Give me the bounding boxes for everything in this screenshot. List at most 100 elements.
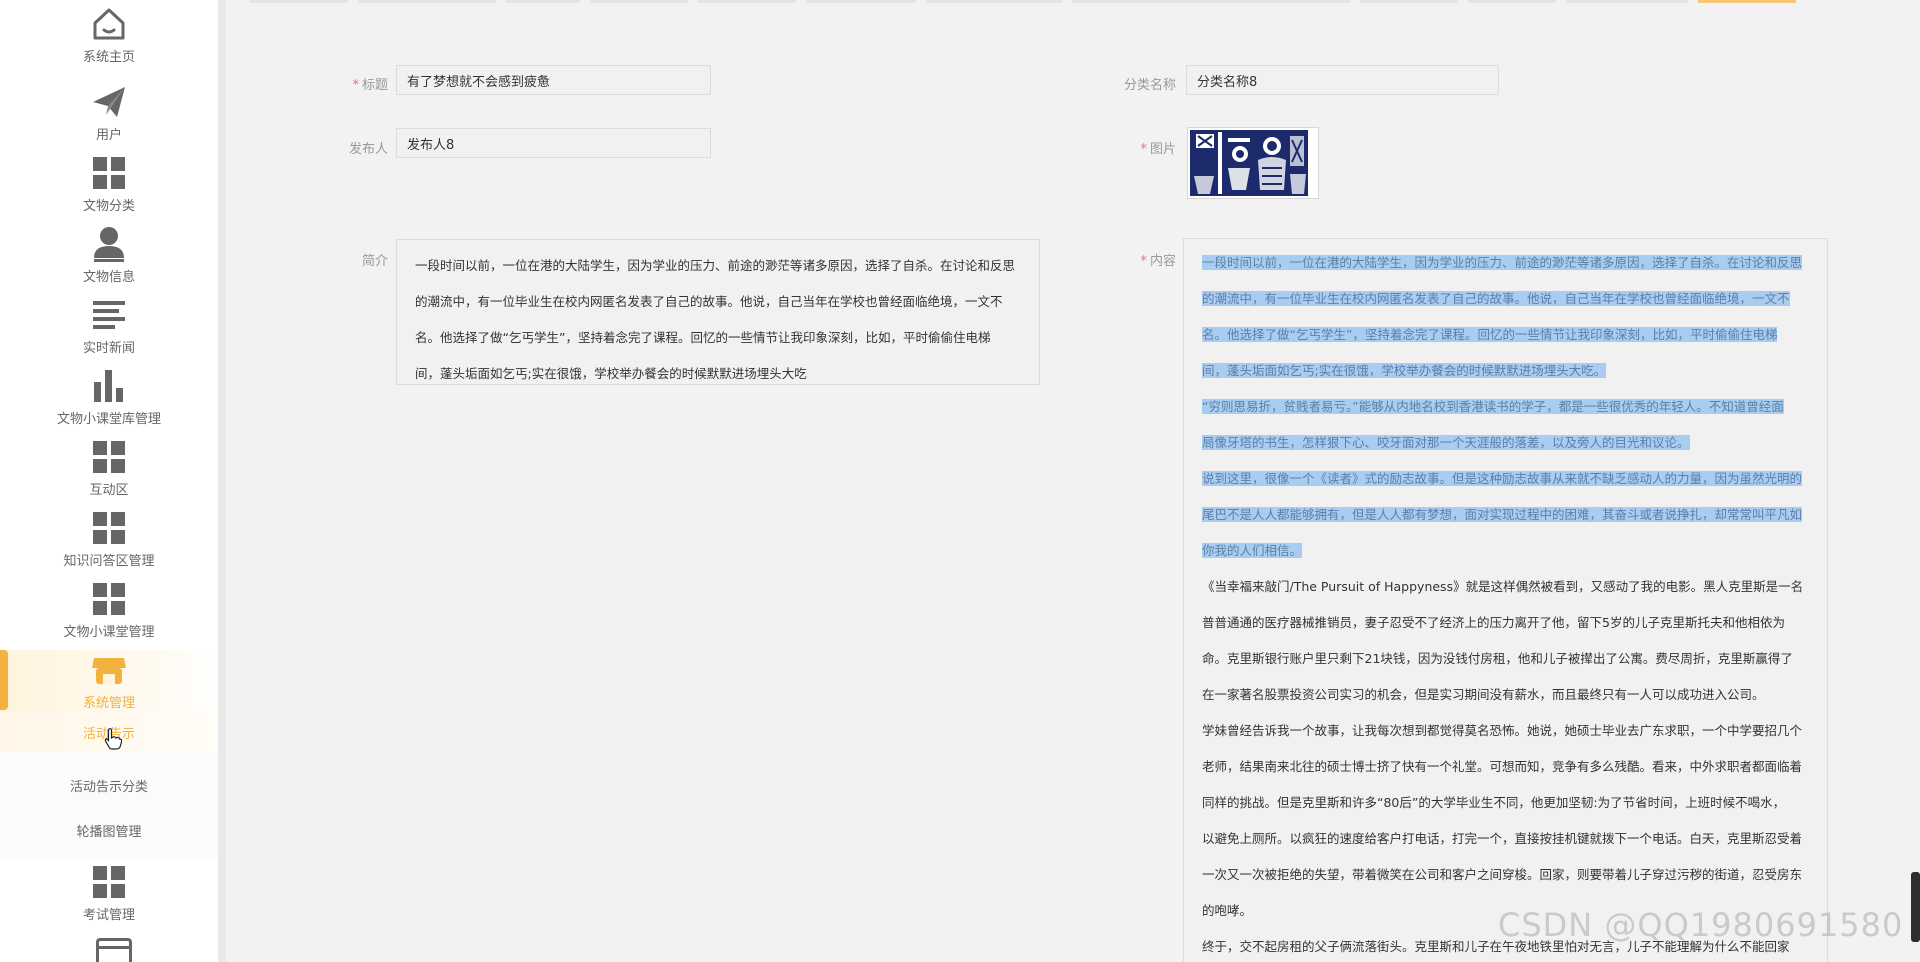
sidebar-item-home[interactable]: 系统主页 (0, 4, 218, 74)
content-line-selected: 名。他选择了做“乞丐学生”，坚持着念完了课程。回忆的一些情节让我印象深刻，比如，… (1202, 317, 1809, 353)
content-line: 学妹曾经告诉我一个故事，让我每次想到都觉得莫名恐怖。她说，她硕士毕业去广东求职，… (1202, 723, 1803, 738)
content-line: 命。克里斯银行账户里只剩下21块钱，因为没钱付房租，他和儿子被撵出了公寓。费尽周… (1202, 651, 1793, 666)
selected-text: 你我的人们相信。 (1202, 543, 1303, 558)
category-label-text: 分类名称 (1123, 78, 1176, 93)
user-icon (89, 224, 129, 264)
grid-icon (89, 437, 129, 477)
sidebar-item-interaction[interactable]: 互动区 (0, 437, 218, 507)
tab-active[interactable] (1698, 0, 1796, 3)
grid-icon (89, 508, 129, 548)
home-icon (89, 4, 129, 44)
tab[interactable] (806, 0, 916, 3)
required-mark: * (352, 78, 359, 93)
tab[interactable] (506, 0, 580, 3)
image-label-text: 图片 (1149, 142, 1176, 157)
page-scrollbar-thumb[interactable] (1911, 872, 1920, 942)
selected-text: 间，蓬头垢面如乞丐;实在很饿，学校举办餐会的时候默默进场埋头大吃。 (1202, 363, 1607, 378)
required-mark: * (1140, 142, 1147, 157)
sidebar-item-label: 文物小课堂库管理 (56, 412, 161, 427)
tab-strip (250, 0, 1796, 4)
sidebar: 系统主页 用户 文物分类 文物信息 实时新闻 文物小课堂库管理 互动区 知识问答… (0, 0, 219, 962)
selected-text: 局像牙塔的书生，怎样狠下心、咬牙面对那一个天涯般的落差，以及旁人的目光和议论。 (1202, 435, 1690, 450)
sidebar-item-label: 用户 (95, 128, 122, 143)
tab[interactable] (926, 0, 1062, 3)
sidebar-item-relic-info[interactable]: 文物信息 (0, 224, 218, 294)
sidebar-item-system[interactable]: 系统管理 (0, 650, 218, 712)
tab[interactable] (358, 0, 496, 3)
content-line-selected: 尾巴不是人人都能够拥有，但是人人都有梦想，面对实现过程中的困难，其奋斗或者说挣扎… (1202, 497, 1809, 533)
title-label: * 标题 (330, 74, 388, 93)
tab[interactable] (1360, 0, 1458, 3)
submenu-item-notice-category[interactable]: 活动告示分类 (0, 765, 218, 805)
list-icon (89, 295, 129, 335)
sidebar-item-label: 系统管理 (82, 696, 135, 711)
grid-icon (89, 862, 129, 902)
sidebar-item-label: 文物分类 (82, 199, 135, 214)
title-field[interactable]: 有了梦想就不会感到疲惫 (396, 65, 711, 95)
submenu-item-carousel[interactable]: 轮播图管理 (0, 810, 218, 850)
tab[interactable] (1072, 0, 1350, 3)
papercut-image (1188, 128, 1318, 198)
sidebar-scrollbar[interactable] (218, 0, 226, 962)
sidebar-item-class-library[interactable]: 文物小课堂库管理 (0, 366, 218, 436)
sidebar-item-label: 文物信息 (82, 270, 135, 285)
category-field[interactable]: 分类名称8 (1186, 65, 1499, 95)
sidebar-item-exam[interactable]: 考试管理 (0, 862, 218, 932)
sidebar-item-news[interactable]: 实时新闻 (0, 295, 218, 365)
summary-line: 名。他选择了做“乞丐学生”，坚持着念完了课程。回忆的一些情节让我印象深刻，比如，… (415, 330, 991, 345)
summary-line: 一段时间以前，一位在港的大陆学生，因为学业的压力、前途的渺茫等诸多原因，选择了自… (415, 258, 1016, 273)
content-line: 一次又一次被拒绝的失望，带着微笑在公司和客户之间穿梭。回家，则要带着儿子穿过污秽… (1202, 867, 1803, 882)
tab[interactable] (698, 0, 796, 3)
watermark: CSDN @QQ1980691580 (1498, 906, 1904, 944)
sidebar-item-class-manage[interactable]: 文物小课堂管理 (0, 579, 218, 649)
hand-cursor-icon (104, 728, 122, 750)
content-line: 老师，结果南来北往的硕士博士挤了快有一个礼堂。可想而知，竞争有多么残酷。看来，中… (1202, 759, 1803, 774)
active-indicator (0, 650, 8, 710)
content-line-selected: 局像牙塔的书生，怎样狠下心、咬牙面对那一个天涯般的落差，以及旁人的目光和议论。 (1202, 425, 1809, 461)
summary-line: 间，蓬头垢面如乞丐;实在很饿，学校举办餐会的时候默默进场埋头大吃 (415, 366, 807, 381)
content-line: 同样的挑战。但是克里斯和许多“80后”的大学毕业生不同，他更加坚韧:为了节省时间… (1202, 795, 1786, 810)
grid-icon (89, 153, 129, 193)
sidebar-item-qa[interactable]: 知识问答区管理 (0, 508, 218, 578)
selected-text: 说到这里，很像一个《读者》式的励志故事。但是这种励志故事从来就不缺乏感动人的力量… (1202, 471, 1803, 486)
publisher-label-text: 发布人 (348, 142, 388, 157)
title-label-text: 标题 (361, 78, 388, 93)
sidebar-item-label: 实时新闻 (82, 341, 135, 356)
content-line-selected: “穷则思易折，贫贱者易亏。”能够从内地名校到香港读书的学子，都是一些很优秀的年轻… (1202, 389, 1809, 425)
selected-text: 名。他选择了做“乞丐学生”，坚持着念完了课程。回忆的一些情节让我印象深刻，比如，… (1202, 327, 1778, 342)
paper-plane-icon (89, 82, 129, 122)
summary-label-text: 简介 (361, 254, 388, 269)
sidebar-item-users[interactable]: 用户 (0, 82, 218, 152)
content-line-selected: 说到这里，很像一个《读者》式的励志故事。但是这种励志故事从来就不缺乏感动人的力量… (1202, 461, 1809, 497)
selected-text: 尾巴不是人人都能够拥有，但是人人都有梦想，面对实现过程中的困难，其奋斗或者说挣扎… (1202, 507, 1803, 522)
content-line: 普普通通的医疗器械推销员，妻子忍受不了经济上的压力离开了他，留下5岁的儿子克里斯… (1202, 615, 1785, 630)
content-line-selected: 间，蓬头垢面如乞丐;实在很饿，学校举办餐会的时候默默进场埋头大吃。 (1202, 353, 1809, 389)
tab[interactable] (1468, 0, 1556, 3)
sidebar-item-label: 考试管理 (82, 908, 135, 923)
selected-text: “穷则思易折，贫贱者易亏。”能够从内地名校到香港读书的学子，都是一些很优秀的年轻… (1202, 399, 1784, 414)
content-line-selected: 你我的人们相信。 (1202, 533, 1809, 569)
image-thumbnail[interactable] (1187, 127, 1319, 199)
summary-textarea[interactable]: 一段时间以前，一位在港的大陆学生，因为学业的压力、前途的渺茫等诸多原因，选择了自… (396, 239, 1040, 385)
sidebar-item-relic-category[interactable]: 文物分类 (0, 153, 218, 223)
category-label: 分类名称 (1100, 74, 1176, 93)
sidebar-item-label: 知识问答区管理 (63, 554, 155, 569)
sidebar-item-label: 系统主页 (82, 50, 135, 65)
content-line-selected: 一段时间以前，一位在港的大陆学生，因为学业的压力、前途的渺茫等诸多原因，选择了自… (1202, 245, 1809, 281)
selected-text: 的潮流中，有一位毕业生在校内网匿名发表了自己的故事。他说，自己当年在学校也曾经面… (1202, 291, 1790, 306)
tab[interactable] (1566, 0, 1688, 3)
content-editor[interactable]: 一段时间以前，一位在港的大陆学生，因为学业的压力、前途的渺茫等诸多原因，选择了自… (1183, 238, 1828, 962)
publisher-label: 发布人 (330, 138, 388, 157)
content-label-text: 内容 (1149, 254, 1176, 269)
tab[interactable] (250, 0, 348, 3)
selected-text: 一段时间以前，一位在港的大陆学生，因为学业的压力、前途的渺茫等诸多原因，选择了自… (1202, 255, 1803, 270)
sidebar-item-label: 文物小课堂管理 (63, 625, 155, 640)
bar-chart-icon (89, 366, 129, 406)
required-mark: * (1140, 254, 1147, 269)
content-line: 以避免上厕所。以疯狂的速度给客户打电话，打完一个，直接按挂机键就拨下一个电话。白… (1202, 831, 1803, 846)
publisher-field[interactable]: 发布人8 (396, 128, 711, 158)
tab[interactable] (590, 0, 688, 3)
content-line: 在一家著名股票投资公司实习的机会，但是实习期间没有薪水，而且最终只有一人可以成功… (1202, 687, 1765, 702)
summary-label: 简介 (330, 250, 388, 269)
content-label: * 内容 (1100, 250, 1176, 269)
